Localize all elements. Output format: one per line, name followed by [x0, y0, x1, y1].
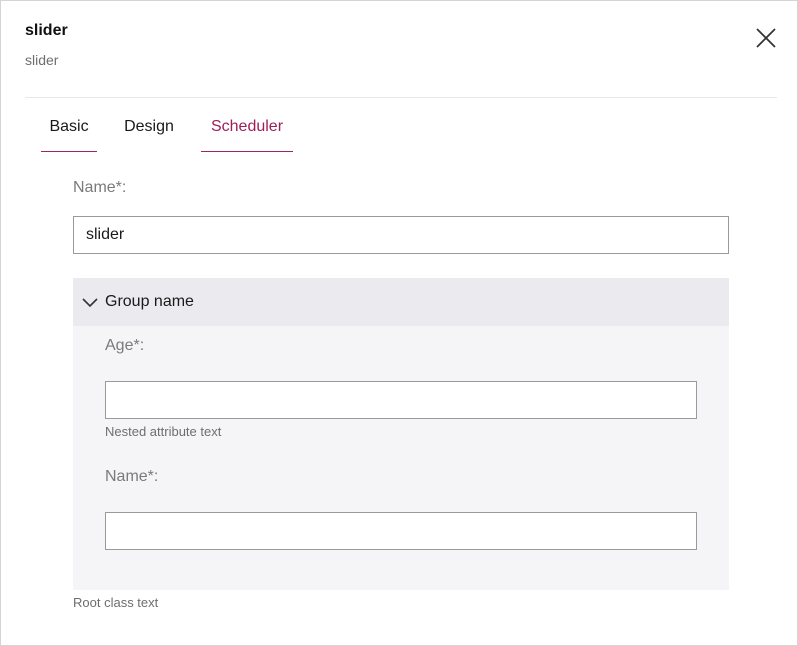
- tab-basic[interactable]: Basic: [41, 101, 97, 153]
- chevron-down-icon: [82, 298, 98, 308]
- dialog-subtitle: slider: [25, 52, 59, 68]
- age-input[interactable]: [105, 381, 697, 419]
- name-input[interactable]: [73, 216, 729, 254]
- age-hint: Nested attribute text: [105, 424, 222, 439]
- tab-design[interactable]: Design: [97, 101, 201, 153]
- tab-scheduler[interactable]: Scheduler: [201, 101, 293, 153]
- root-hint: Root class text: [73, 595, 159, 610]
- tab-bar: Basic Design Scheduler: [41, 101, 293, 153]
- edit-dialog: slider slider Basic Design Scheduler Nam…: [0, 0, 798, 646]
- group-name-label: Name*:: [105, 468, 159, 485]
- dialog-title: slider: [25, 22, 68, 39]
- close-button[interactable]: [751, 23, 781, 53]
- group-header[interactable]: Group name: [73, 278, 729, 326]
- header-divider: [25, 97, 777, 98]
- age-label: Age*:: [105, 337, 145, 354]
- group-title: Group name: [105, 293, 194, 310]
- name-label: Name*:: [73, 179, 127, 196]
- group-name-input[interactable]: [105, 512, 697, 550]
- close-icon: [756, 28, 776, 48]
- group-section: Group name Age*: Nested attribute text N…: [73, 278, 729, 590]
